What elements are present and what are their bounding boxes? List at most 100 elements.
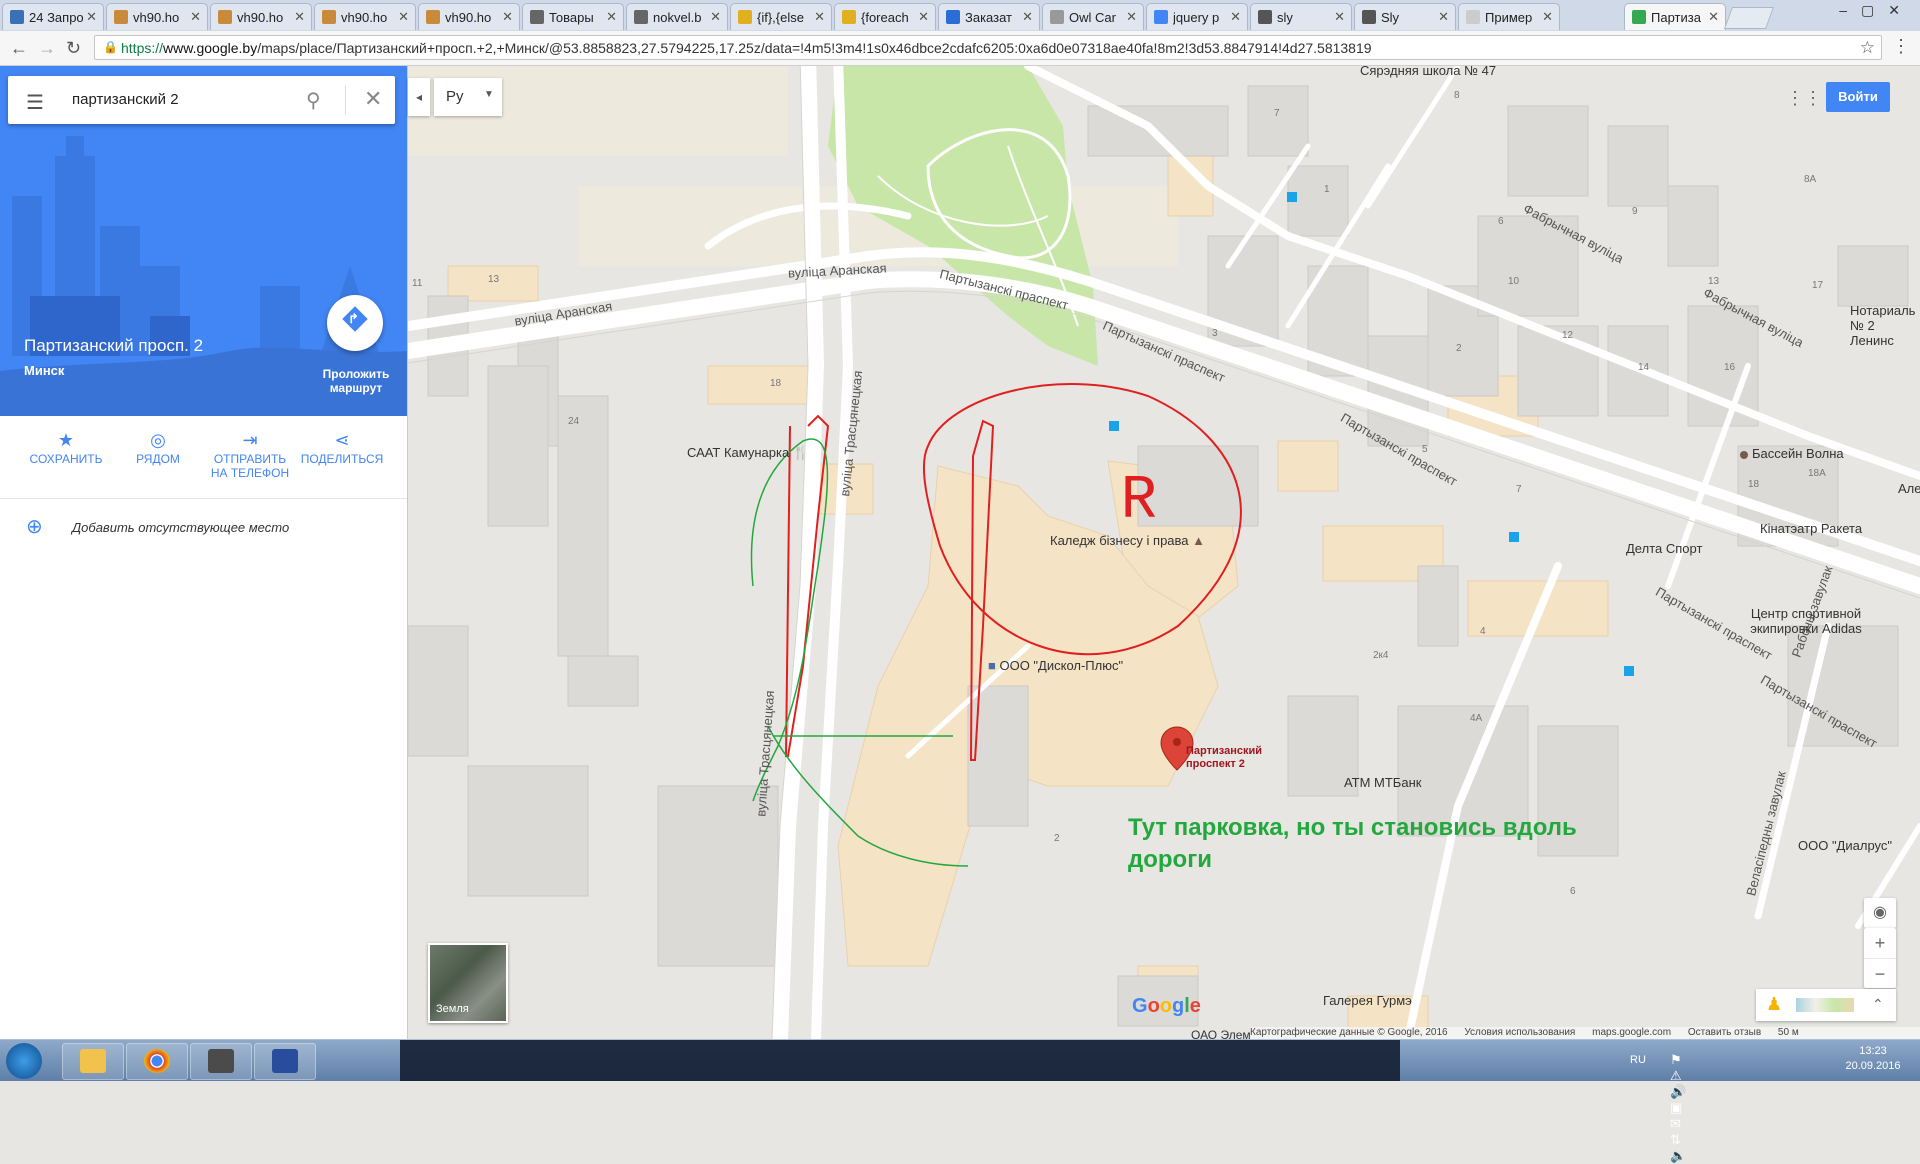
poi-college[interactable]: Каледж бізнесу і права ▲ [1050, 533, 1205, 548]
directions-button[interactable]: ↱ [327, 295, 383, 351]
browser-tab[interactable]: Товары ✕ [522, 3, 624, 30]
poi-adidas[interactable]: Центр спортивной экипировки Adidas [1736, 606, 1876, 636]
tab-close-icon[interactable]: ✕ [606, 9, 617, 25]
building-number: 1 [1324, 184, 1330, 195]
tab-close-icon[interactable]: ✕ [398, 9, 409, 25]
building-number: 17 [1812, 280, 1824, 291]
lock-icon: 🔒 [103, 40, 118, 54]
browser-tab[interactable]: 24 Запрогр✕ [2, 3, 104, 30]
poi-kamunarka[interactable]: СААТ Камунарка 🍴 [687, 445, 809, 461]
tab-close-icon[interactable]: ✕ [1126, 9, 1137, 25]
tab-close-icon[interactable]: ✕ [710, 9, 721, 25]
address-bar[interactable]: 🔒 https://www.google.by/maps/place/Парти… [94, 35, 1882, 60]
browser-tab[interactable]: jquery p ✕ [1146, 3, 1248, 30]
zoom-out-button[interactable]: − [1864, 958, 1896, 989]
building-number: 18 [1748, 479, 1760, 490]
feedback-link[interactable]: Оставить отзыв [1688, 1027, 1761, 1038]
pin-label[interactable]: Партизанский проспект 2 [1186, 745, 1276, 771]
share-button[interactable]: ⋖ ПОДЕЛИТЬСЯ [296, 428, 388, 466]
window-controls[interactable]: –▢✕ [1839, 2, 1914, 19]
my-location-button[interactable]: ◉ [1864, 898, 1896, 928]
poi-delta[interactable]: Делта Спорт [1626, 541, 1702, 556]
language-select[interactable]: Ру ▼ [434, 78, 502, 116]
browser-tab[interactable]: vh90.ho ✕ [314, 3, 416, 30]
layer-thumbnails[interactable] [1796, 998, 1854, 1012]
new-tab-button[interactable] [1723, 7, 1775, 29]
building-number: 13 [1708, 276, 1720, 287]
add-location-icon: ⊕ [26, 516, 43, 538]
poi-gallery[interactable]: Галерея Гурмэ [1323, 993, 1412, 1008]
taskbar-sublime[interactable] [190, 1043, 252, 1080]
tab-close-icon[interactable]: ✕ [1542, 9, 1553, 25]
clock[interactable]: 13:23 20.09.2016 [1838, 1044, 1908, 1074]
browser-tab[interactable]: nokvel.b ✕ [626, 3, 728, 30]
chevron-up-icon[interactable]: ⌃ [1872, 996, 1884, 1013]
browser-tab[interactable]: Заказат ✕ [938, 3, 1040, 30]
menu-hamburger-icon[interactable]: ☰ [26, 90, 44, 115]
tab-close-icon[interactable]: ✕ [294, 9, 305, 25]
map-canvas[interactable]: Сярэдняя школа № 47 вуліца Аранская вулі… [408, 66, 1920, 1039]
pegman-icon[interactable]: ♟ [1766, 994, 1782, 1015]
reload-icon[interactable]: ↻ [66, 38, 81, 59]
terms-link[interactable]: Условия использования [1464, 1027, 1575, 1038]
browser-tab[interactable]: vh90.ho ✕ [106, 3, 208, 30]
language-indicator[interactable]: RU [1630, 1054, 1646, 1066]
forward-icon[interactable]: → [38, 38, 56, 59]
browser-tab[interactable]: vh90.ho ✕ [418, 3, 520, 30]
poi-dialrus[interactable]: ООО "Диалрус" [1798, 838, 1892, 853]
tab-close-icon[interactable]: ✕ [1708, 9, 1719, 25]
taskbar-chrome[interactable] [126, 1043, 188, 1080]
browser-tab-active[interactable]: Партиза ✕ [1624, 3, 1726, 30]
directions-label[interactable]: Проложить маршрут [308, 367, 404, 395]
back-icon[interactable]: ← [10, 38, 28, 59]
browser-tab[interactable]: Пример ✕ [1458, 3, 1560, 30]
bookmark-star-icon[interactable]: ☆ [1860, 38, 1875, 58]
folder-icon [80, 1049, 106, 1073]
start-button[interactable] [6, 1043, 42, 1079]
add-missing-place[interactable]: ⊕ Добавить отсутствующее место [0, 506, 407, 556]
taskbar-app[interactable] [254, 1043, 316, 1080]
poi-atm[interactable]: АТМ МТБанк [1344, 775, 1421, 790]
tab-close-icon[interactable]: ✕ [1438, 9, 1449, 25]
browser-tab[interactable]: vh90.ho ✕ [210, 3, 312, 30]
poi-ale[interactable]: Але [1898, 481, 1920, 496]
shop-icon: ■ [988, 658, 996, 673]
taskbar-explorer[interactable] [62, 1043, 124, 1080]
poi-cinema[interactable]: Кінатэатр Ракета [1760, 521, 1862, 536]
tab-close-icon[interactable]: ✕ [1230, 9, 1241, 25]
tab-close-icon[interactable]: ✕ [502, 9, 513, 25]
annotation-comment: Тут парковка, но ты становись вдоль доро… [1128, 814, 1577, 873]
search-icon[interactable]: ⚲ [306, 88, 321, 113]
search-input[interactable]: партизанский 2 [72, 91, 179, 108]
tab-close-icon[interactable]: ✕ [918, 9, 929, 25]
browser-tab[interactable]: {if},{else ✕ [730, 3, 832, 30]
browser-tab[interactable]: Owl Car ✕ [1042, 3, 1144, 30]
url-text[interactable]: https://www.google.by/maps/place/Партиза… [121, 40, 1851, 56]
browser-menu-icon[interactable]: ⋮ [1892, 36, 1910, 57]
scale-label[interactable]: 50 м [1778, 1027, 1799, 1038]
poi-notary[interactable]: Нотариаль № 2 Ленинс [1850, 303, 1920, 348]
tab-close-icon[interactable]: ✕ [1334, 9, 1345, 25]
poi-pool[interactable]: Бассейн Волна [1740, 446, 1844, 461]
search-box[interactable]: ☰ партизанский 2 ⚲ ✕ [8, 76, 395, 124]
zoom-in-button[interactable]: + [1864, 928, 1896, 958]
tab-close-icon[interactable]: ✕ [86, 9, 97, 25]
browser-tab[interactable]: Sly ✕ [1354, 3, 1456, 30]
nearby-button[interactable]: ◎ РЯДОМ [112, 428, 204, 466]
poi-oao[interactable]: ОАО Элем [1191, 1028, 1251, 1039]
browser-tab[interactable]: {foreach ✕ [834, 3, 936, 30]
send-to-phone-button[interactable]: ⇥ ОТПРАВИТЬ НА ТЕЛЕФОН [204, 428, 296, 480]
save-button[interactable]: ★ СОХРАНИТЬ [20, 428, 112, 466]
tab-close-icon[interactable]: ✕ [1022, 9, 1033, 25]
browser-tab[interactable]: sly ✕ [1250, 3, 1352, 30]
collapse-panel-button[interactable]: ◂ [408, 78, 430, 116]
earth-view-toggle[interactable]: Земля [428, 943, 508, 1023]
site-link[interactable]: maps.google.com [1592, 1027, 1671, 1038]
signin-button[interactable]: Войти [1826, 82, 1890, 112]
close-icon[interactable]: ✕ [364, 86, 382, 112]
poi-diskol[interactable]: ■ ООО "Дискол-Плюс" [988, 658, 1123, 673]
share-icon: ⋖ [334, 430, 350, 450]
tray-icons[interactable]: ⚑ ⚠ 🔊 ▣ ✉ ⇅ 🔈 [1670, 1052, 1686, 1164]
tab-close-icon[interactable]: ✕ [814, 9, 825, 25]
tab-close-icon[interactable]: ✕ [190, 9, 201, 25]
